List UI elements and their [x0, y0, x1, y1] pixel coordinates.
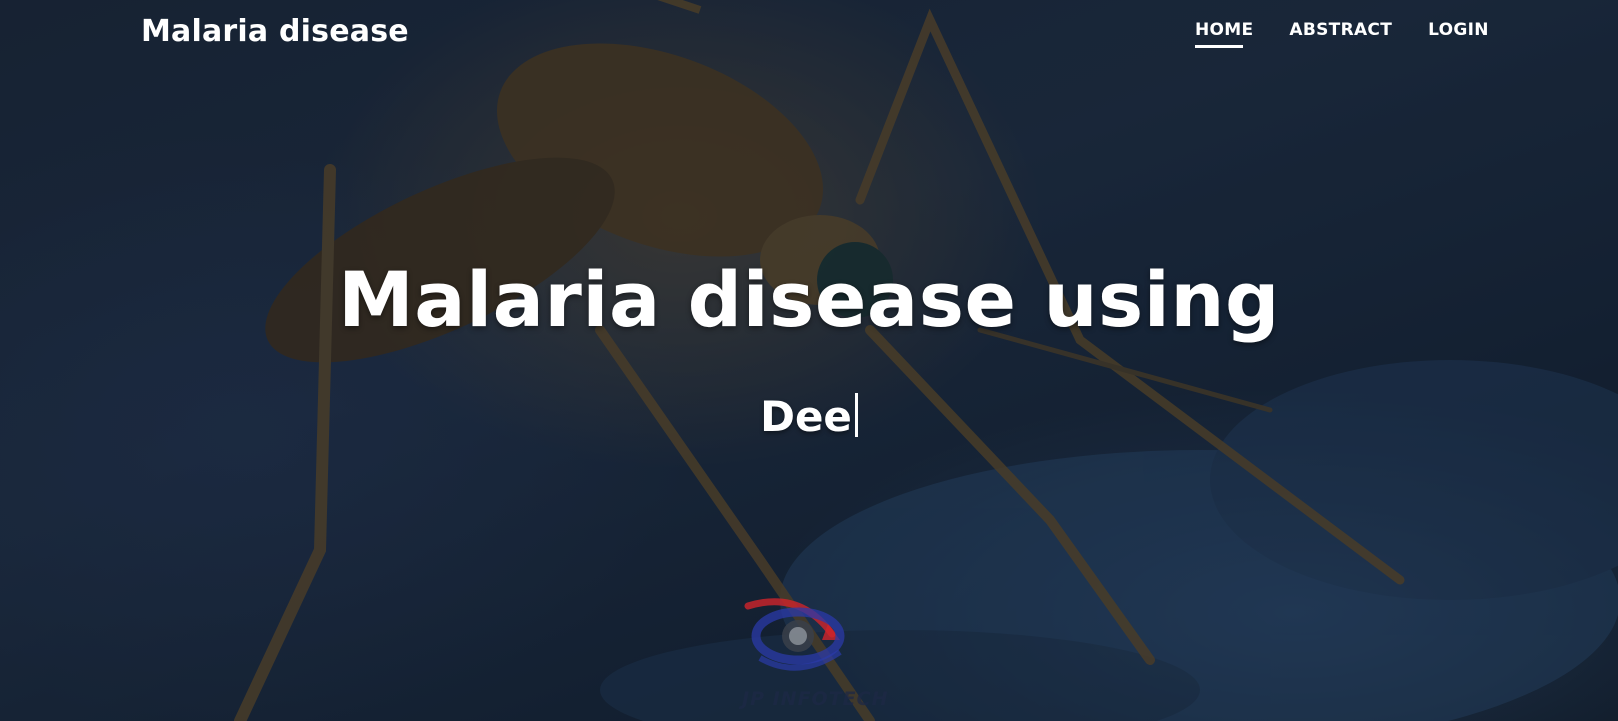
nav-login-link[interactable]: LOGIN: [1428, 20, 1489, 46]
nav-home-link[interactable]: HOME: [1195, 20, 1253, 48]
site-brand[interactable]: Malaria disease: [141, 14, 409, 49]
top-navbar: Malaria disease HOME ABSTRACT LOGIN: [0, 0, 1618, 70]
hero-typing-text: Dee: [760, 392, 852, 441]
watermark-text: JP INFOTECH: [742, 688, 889, 710]
nav-abstract-link[interactable]: ABSTRACT: [1289, 20, 1392, 46]
hero-title: Malaria disease using: [338, 255, 1280, 344]
typing-caret: [854, 393, 858, 437]
hero-typing-line: Dee: [0, 392, 1618, 441]
main-nav: HOME ABSTRACT LOGIN: [1195, 20, 1489, 48]
page: Malaria disease HOME ABSTRACT LOGIN Mala…: [0, 0, 1618, 721]
